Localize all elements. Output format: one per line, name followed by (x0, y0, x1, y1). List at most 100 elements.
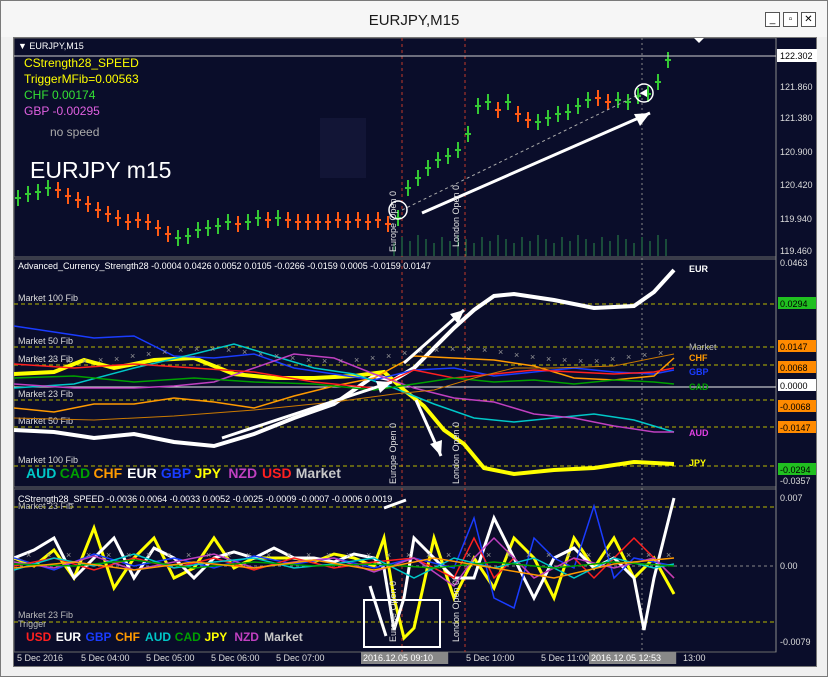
speed-market-marker: × (606, 550, 611, 560)
window-title: EURJPY,M15 (368, 12, 460, 29)
legend-item: NZD (234, 630, 259, 644)
strength-axis-label: -0.0357 (780, 476, 811, 486)
close-button[interactable]: ✕ (801, 12, 816, 27)
strength-axis-label: 0.0000 (780, 381, 808, 391)
market-marker: × (610, 354, 615, 364)
price-axis-label: 121.380 (780, 113, 813, 123)
speed-market-marker: × (226, 550, 231, 560)
legend-item: CHF (115, 630, 140, 644)
fib-label: Market 23 Fib (18, 354, 73, 364)
market-marker: × (626, 352, 631, 362)
europe-open-label-3: Europe Open 0 (388, 581, 398, 642)
market-marker: × (658, 348, 663, 358)
no-speed-label: no speed (50, 125, 99, 139)
legend-item: AUD (26, 465, 56, 481)
market-marker: × (82, 356, 87, 366)
strength-legend: AUD CAD CHF EUR GBP JPY NZD USD Market (26, 465, 341, 481)
speed-legend: USD EUR GBP CHF AUD CAD JPY NZD Market (26, 630, 303, 644)
shift-marker-icon[interactable] (694, 38, 704, 43)
jpy-right-label: JPY (689, 458, 706, 468)
chf-value: CHF 0.00174 (24, 88, 96, 102)
speed-market-marker: × (86, 550, 91, 560)
restore-button[interactable]: ▫ (783, 12, 798, 27)
market-marker: × (162, 347, 167, 357)
acs-header: Advanced_Currency_Strength28 -0.0004 0.0… (18, 261, 431, 271)
speed-market-marker: × (426, 550, 431, 560)
speed-market-marker: × (306, 550, 311, 560)
market-marker: × (434, 345, 439, 355)
market-marker: × (130, 351, 135, 361)
legend-item: EUR (127, 465, 157, 481)
speed-market-marker: × (486, 550, 491, 560)
market-marker: × (322, 356, 327, 366)
time-axis-label: 5 Dec 10:00 (466, 653, 515, 663)
speed-market-marker: × (526, 550, 531, 560)
market-marker: × (226, 345, 231, 355)
legend-item: CAD (60, 465, 90, 481)
market-marker: × (498, 347, 503, 357)
terminal-window: EURJPY,M15 _ ▫ ✕ ▼ EURJPY,M15 CStrength2… (0, 0, 828, 677)
time-axis-label: 5 Dec 05:00 (146, 653, 195, 663)
legend-item: JPY (195, 465, 222, 481)
speed-axis-label: 0.007 (780, 493, 803, 503)
legend-item: USD (262, 465, 292, 481)
market-marker: × (290, 353, 295, 363)
speed-market-marker: × (566, 550, 571, 560)
speed-axis-label: -0.0079 (780, 637, 811, 647)
fib-label: Market 50 Fib (18, 336, 73, 346)
speed-arrow-down (368, 585, 388, 637)
market-marker: × (578, 356, 583, 366)
speed-market-marker: × (506, 550, 511, 560)
market-marker: × (258, 349, 263, 359)
market-marker: × (386, 351, 391, 361)
strength-axis-label: -0.0068 (780, 402, 811, 412)
strength-axis-label: -0.0294 (780, 465, 811, 475)
title-bar[interactable]: EURJPY,M15 _ ▫ ✕ (1, 1, 827, 37)
market-marker: × (274, 351, 279, 361)
market-marker: × (306, 355, 311, 365)
market-marker: × (466, 344, 471, 354)
london-open-label-2: London Open 0 (451, 422, 461, 484)
speed-market-marker: × (366, 550, 371, 560)
minimize-button[interactable]: _ (765, 12, 780, 27)
price-axis: 122.302 121.860 121.380 120.900 120.420 119.9… (777, 49, 817, 256)
market-marker: × (642, 350, 647, 360)
legend-item: Market (296, 465, 341, 481)
speed-market-marker: × (386, 550, 391, 560)
speed-market-marker: × (246, 550, 251, 560)
price-axis-label: 119.940 (780, 214, 812, 224)
legend-item: EUR (56, 630, 82, 644)
price-axis-label: 121.860 (780, 82, 813, 92)
speed-market-marker: × (586, 550, 591, 560)
time-axis-label: 5 Dec 11:00 (541, 653, 589, 663)
speed-axis-label: 0.00 (780, 561, 798, 571)
speed-market-marker: × (406, 550, 411, 560)
speed-market-marker: × (446, 550, 451, 560)
legend-item: NZD (228, 465, 257, 481)
market-marker: × (114, 354, 119, 364)
strength-axis-label: 0.0294 (780, 299, 808, 309)
strength-line (14, 268, 676, 449)
europe-open-label-2: Europe Open 0 (388, 423, 398, 484)
chart-area[interactable]: ▼ EURJPY,M15 CStrength28_SPEED TriggerMF… (13, 37, 817, 667)
chart-svg[interactable]: ▼ EURJPY,M15 CStrength28_SPEED TriggerMF… (14, 38, 818, 668)
market-marker: × (34, 353, 39, 363)
time-axis-label: 2016.12.05 09:10 (363, 653, 433, 663)
chf-right-label: CHF (689, 353, 708, 363)
indicator-name: CStrength28_SPEED (24, 56, 139, 70)
legend-item: Market (264, 630, 303, 644)
eur-right-label: EUR (689, 264, 709, 274)
speed-market-marker: × (626, 550, 631, 560)
legend-item: CHF (93, 465, 122, 481)
london-open-label-3: London Open 0 (451, 580, 461, 642)
strength-axis-label: -0.0147 (780, 423, 811, 433)
market-marker: × (50, 355, 55, 365)
legend-item: USD (26, 630, 52, 644)
cad-right-label: CAD (689, 382, 709, 392)
market-marker: × (146, 349, 151, 359)
strength-axis-label: 0.0463 (780, 258, 808, 268)
trigger-value: TriggerMFib=0.00563 (24, 72, 139, 86)
legend-item: CAD (175, 630, 201, 644)
dark-block (320, 118, 366, 178)
market-marker: × (370, 353, 375, 363)
